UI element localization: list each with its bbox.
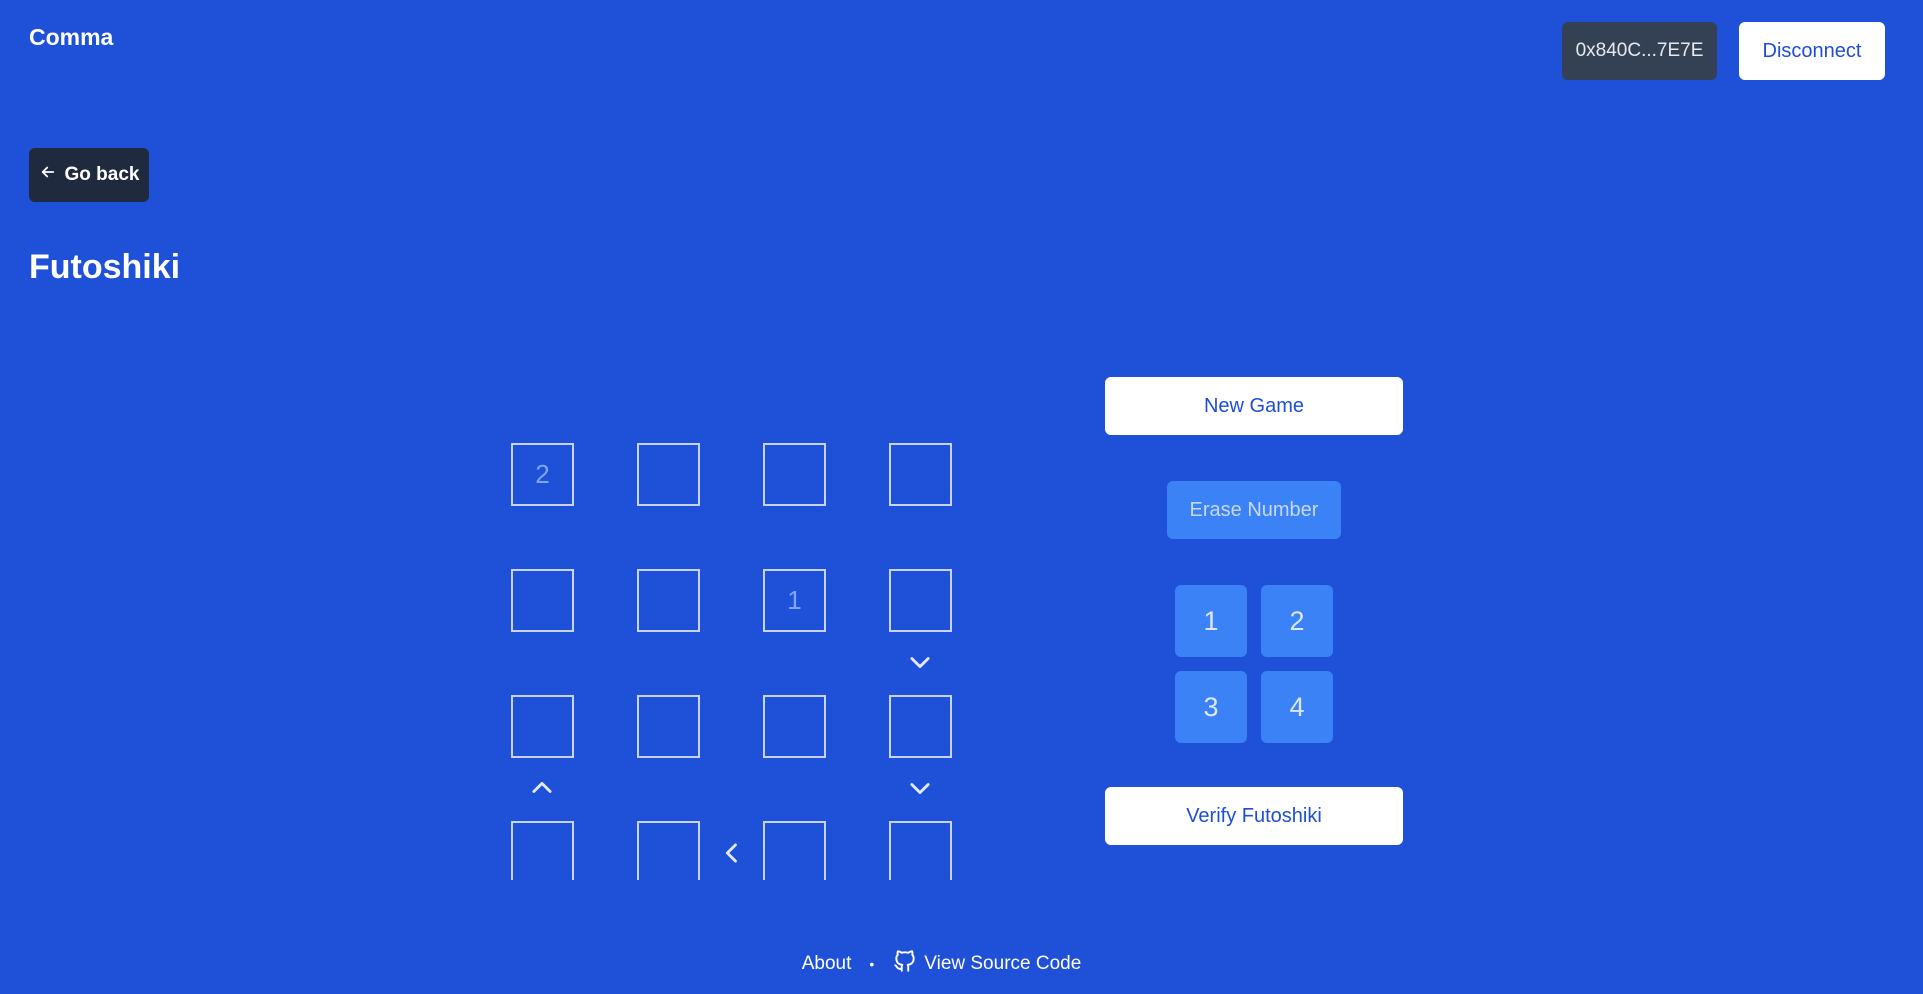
number-button-2[interactable]: 2 [1261, 585, 1333, 657]
go-back-label: Go back [64, 164, 140, 185]
board-cell[interactable]: 2 [511, 443, 574, 506]
board-cell[interactable] [889, 695, 952, 758]
page-title: Futoshiki [29, 248, 181, 286]
chevron-down-icon [906, 648, 934, 676]
verify-futoshiki-button[interactable]: Verify Futoshiki [1105, 787, 1403, 845]
wallet-address-button[interactable]: 0x840C...7E7E [1562, 22, 1717, 80]
board-cell[interactable] [511, 821, 574, 880]
board-cell[interactable] [637, 821, 700, 880]
github-icon [892, 948, 918, 980]
number-button-4[interactable]: 4 [1261, 671, 1333, 743]
view-source-link[interactable]: View Source Code [892, 948, 1081, 980]
board-cell[interactable] [889, 443, 952, 506]
board-cell[interactable] [889, 569, 952, 632]
number-button-3[interactable]: 3 [1175, 671, 1247, 743]
arrow-left-icon [39, 163, 57, 187]
about-link[interactable]: About [802, 953, 852, 975]
chevron-down-icon [906, 774, 934, 802]
board-cell[interactable] [637, 569, 700, 632]
board-cell[interactable] [637, 443, 700, 506]
board-cell[interactable] [889, 821, 952, 880]
board-cell[interactable] [511, 569, 574, 632]
board-cell[interactable]: 1 [763, 569, 826, 632]
number-button-1[interactable]: 1 [1175, 585, 1247, 657]
disconnect-button[interactable]: Disconnect [1739, 22, 1885, 80]
board-cell[interactable] [511, 695, 574, 758]
view-source-label: View Source Code [924, 953, 1082, 974]
futoshiki-board: 2 1 [510, 442, 954, 880]
footer: About • View Source Code [0, 948, 1923, 980]
chevron-up-icon [528, 774, 556, 802]
board-cell[interactable] [637, 695, 700, 758]
app-root: Comma 0x840C...7E7E Disconnect Go back F… [0, 0, 1923, 994]
brand-logo[interactable]: Comma [29, 24, 113, 51]
footer-separator: • [869, 956, 875, 972]
board-cell[interactable] [763, 695, 826, 758]
go-back-button[interactable]: Go back [29, 148, 149, 202]
chevron-left-icon [718, 839, 746, 867]
new-game-button[interactable]: New Game [1105, 377, 1403, 435]
board-cell[interactable] [763, 821, 826, 880]
erase-number-button[interactable]: Erase Number [1167, 481, 1341, 539]
board-cell[interactable] [763, 443, 826, 506]
